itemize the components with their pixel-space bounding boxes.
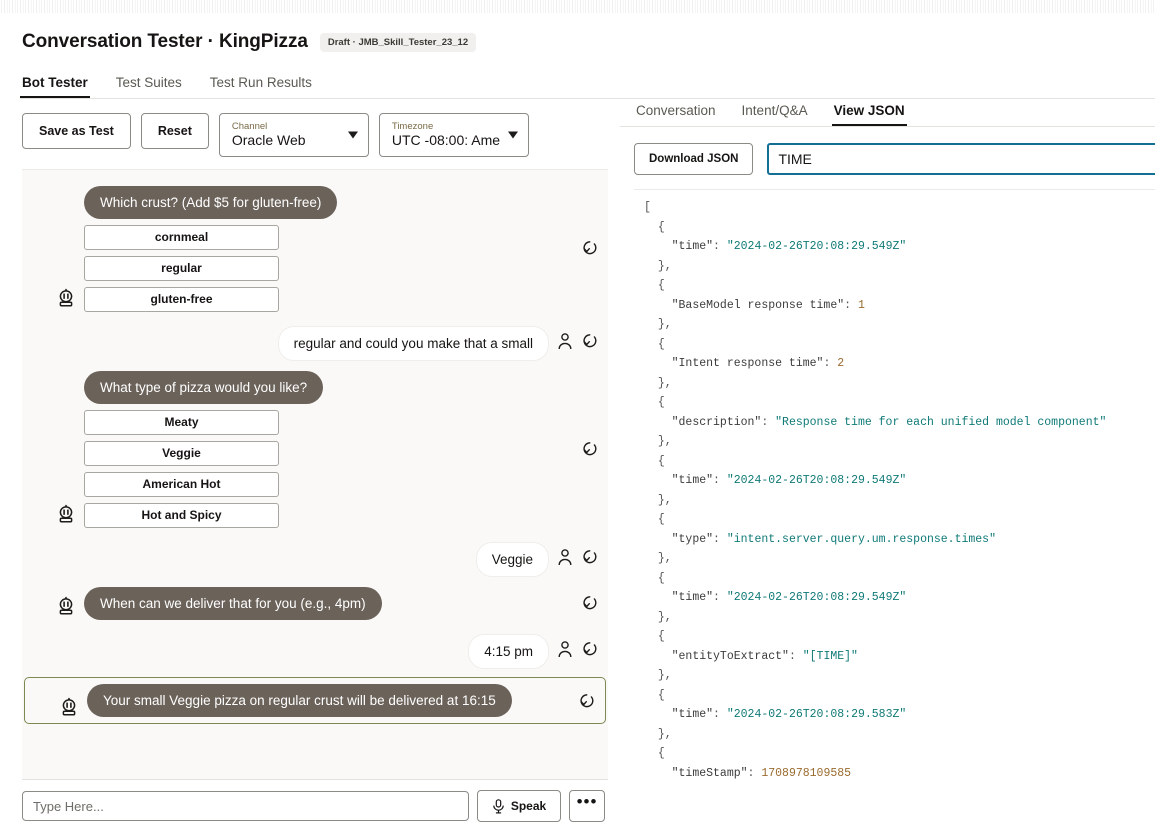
bot-avatar <box>59 697 79 717</box>
bot-avatar <box>56 596 76 616</box>
quick-reply-button[interactable]: Hot and Spicy <box>84 503 279 528</box>
download-json-button[interactable]: Download JSON <box>634 143 753 175</box>
bot-message-group: When can we deliver that for you (e.g., … <box>22 583 608 624</box>
bot-message-group: Your small Veggie pizza on regular crust… <box>24 677 606 724</box>
tester-toolbar: Save as Test Reset Channel Oracle Web Ti… <box>0 99 620 169</box>
robot-avatar-icon <box>59 697 79 717</box>
save-as-test-button[interactable]: Save as Test <box>22 113 131 149</box>
resend-message-button[interactable] <box>578 693 595 715</box>
bot-tester-panel: Save as Test Reset Channel Oracle Web Ti… <box>0 99 620 822</box>
reset-button[interactable]: Reset <box>141 113 209 149</box>
channel-select-value: Oracle Web <box>232 132 344 149</box>
chat-scroll-area: Which crust? (Add $5 for gluten-free) cor… <box>22 170 608 732</box>
draft-status-badge: Draft · JMB_Skill_Tester_23_12 <box>320 33 476 52</box>
quick-reply-button[interactable]: regular <box>84 256 279 281</box>
retry-icon[interactable] <box>581 240 598 257</box>
timezone-select[interactable]: Timezone UTC -08:00: Ame <box>379 113 529 157</box>
tab-test-suites[interactable]: Test Suites <box>114 71 184 99</box>
message-composer: Speak ••• <box>22 779 608 822</box>
top-texture-strip <box>0 0 1155 13</box>
microphone-icon <box>492 799 505 814</box>
user-avatar <box>557 548 573 571</box>
resend-message-button[interactable] <box>581 333 598 355</box>
user-avatar <box>557 332 573 355</box>
speak-button[interactable]: Speak <box>477 790 561 822</box>
inspector-panel: Conversation Intent/Q&A View JSON Downlo… <box>620 99 1155 783</box>
retry-icon[interactable] <box>581 333 598 350</box>
retry-icon[interactable] <box>581 441 598 458</box>
robot-avatar-icon <box>56 504 76 524</box>
speak-button-label: Speak <box>511 799 546 813</box>
json-search-input[interactable] <box>767 143 1155 175</box>
robot-avatar-icon <box>56 596 76 616</box>
user-message-row: Veggie <box>22 542 608 577</box>
user-avatar-icon <box>557 332 573 350</box>
quick-reply-button[interactable]: American Hot <box>84 472 279 497</box>
retry-icon[interactable] <box>581 641 598 658</box>
tab-view-json[interactable]: View JSON <box>832 99 907 127</box>
more-options-button[interactable]: ••• <box>569 790 605 822</box>
robot-avatar-icon <box>56 288 76 308</box>
page-header: Conversation Tester · KingPizza Draft · … <box>0 13 1155 53</box>
user-message-row: 4:15 pm <box>22 634 608 669</box>
resend-message-button[interactable] <box>581 595 598 617</box>
json-viewer[interactable]: [ { "time": "2024-02-26T20:08:29.549Z" }… <box>634 189 1155 783</box>
quick-reply-button[interactable]: Meaty <box>84 410 279 435</box>
chevron-down-icon <box>348 132 358 139</box>
user-avatar-icon <box>557 548 573 566</box>
quick-reply-button[interactable]: gluten-free <box>84 287 279 312</box>
chat-transcript[interactable]: Which crust? (Add $5 for gluten-free) cor… <box>22 169 608 779</box>
bot-avatar <box>56 288 76 308</box>
bot-message-group: Which crust? (Add $5 for gluten-free) cor… <box>22 182 608 316</box>
json-content: [ { "time": "2024-02-26T20:08:29.549Z" }… <box>644 198 1155 783</box>
tab-test-run-results[interactable]: Test Run Results <box>208 71 314 99</box>
timezone-select-value: UTC -08:00: Ame <box>392 132 504 149</box>
user-message-row: regular and could you make that a small <box>22 326 608 361</box>
user-message-bubble: Veggie <box>476 542 549 577</box>
user-avatar <box>557 640 573 663</box>
bot-message-bubble: What type of pizza would you like? <box>84 371 323 404</box>
main-tabbar: Bot Tester Test Suites Test Run Results <box>20 71 1155 99</box>
app-page: Conversation Tester · KingPizza Draft · … <box>0 13 1155 829</box>
user-avatar-icon <box>557 640 573 658</box>
user-message-bubble: 4:15 pm <box>468 634 549 669</box>
resend-message-button[interactable] <box>581 441 598 463</box>
resend-message-button[interactable] <box>581 641 598 663</box>
bot-message-bubble: When can we deliver that for you (e.g., … <box>84 587 382 620</box>
json-toolbar: Download JSON <box>634 127 1155 189</box>
resend-message-button[interactable] <box>581 240 598 262</box>
bot-message-group: What type of pizza would you like? Meaty V… <box>22 367 608 532</box>
content-columns: Save as Test Reset Channel Oracle Web Ti… <box>0 99 1155 822</box>
inspector-tabbar-divider <box>620 126 1155 127</box>
resend-message-button[interactable] <box>581 549 598 571</box>
channel-select[interactable]: Channel Oracle Web <box>219 113 369 157</box>
user-message-bubble: regular and could you make that a small <box>278 326 549 361</box>
tab-intent-qa[interactable]: Intent/Q&A <box>740 99 810 127</box>
retry-icon[interactable] <box>581 549 598 566</box>
timezone-select-label: Timezone <box>392 121 520 132</box>
page-title: Conversation Tester · KingPizza <box>22 31 308 53</box>
bot-message-bubble: Your small Veggie pizza on regular crust… <box>87 684 512 717</box>
message-input[interactable] <box>22 791 469 821</box>
retry-icon[interactable] <box>578 693 595 710</box>
retry-icon[interactable] <box>581 595 598 612</box>
chevron-down-icon <box>508 132 518 139</box>
inspector-tabbar: Conversation Intent/Q&A View JSON <box>634 99 1155 127</box>
bot-avatar <box>56 504 76 524</box>
tab-conversation[interactable]: Conversation <box>634 99 718 127</box>
quick-reply-button[interactable]: cornmeal <box>84 225 279 250</box>
quick-reply-button[interactable]: Veggie <box>84 441 279 466</box>
tab-bot-tester[interactable]: Bot Tester <box>20 71 90 99</box>
channel-select-label: Channel <box>232 121 360 132</box>
bot-message-bubble: Which crust? (Add $5 for gluten-free) <box>84 186 337 219</box>
